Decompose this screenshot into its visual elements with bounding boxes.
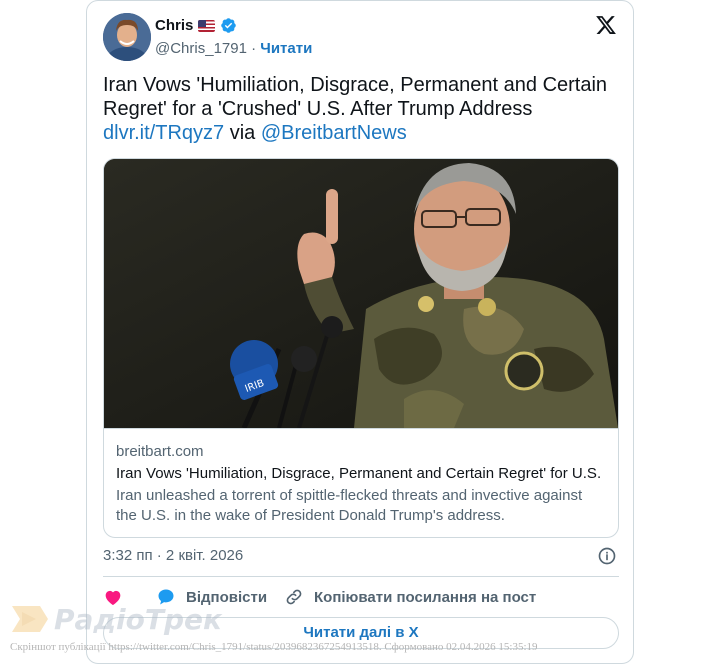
copy-link-button[interactable]: Копіювати посилання на пост	[284, 586, 536, 608]
link-card-domain: breitbart.com	[116, 443, 204, 460]
watermark-brand: РадіоТрек	[54, 602, 222, 636]
timestamp[interactable]: 3:32 пп · 2 квіт. 2026	[103, 547, 243, 564]
tweet-text: Iran Vows 'Humiliation, Disgrace, Perman…	[103, 73, 619, 145]
link-card-title: Iran Vows 'Humiliation, Disgrace, Perman…	[116, 465, 602, 482]
link-card[interactable]: IRIB breitbart.com Iran Vows 'Humiliatio…	[103, 158, 619, 538]
x-logo-icon[interactable]	[595, 14, 617, 36]
tweet-mention[interactable]: @BreitbartNews	[261, 122, 407, 144]
tweet-link[interactable]: dlvr.it/TRqyz7	[103, 122, 224, 144]
tweet-via: via	[224, 122, 261, 144]
author-name[interactable]: Chris	[155, 17, 193, 34]
tweet-body: Iran Vows 'Humiliation, Disgrace, Perman…	[103, 74, 608, 120]
link-card-description: Iran unleashed a torrent of spittle-flec…	[116, 487, 583, 524]
author-row: Chris	[155, 17, 237, 34]
officer-photo: IRIB	[104, 159, 618, 428]
radiotrek-watermark: РадіоТрек	[10, 602, 222, 636]
avatar-image	[103, 13, 151, 61]
us-flag-icon	[198, 19, 216, 32]
radiotrek-logo-icon	[12, 606, 48, 632]
screenshot-footer-note: Скріншот публікації https://twitter.com/…	[10, 641, 538, 653]
link-chain-icon	[286, 589, 302, 605]
author-handle[interactable]: @Chris_1791	[155, 40, 247, 57]
handle-row: @Chris_1791 · Читати	[155, 40, 312, 57]
follow-button[interactable]: Читати	[260, 40, 312, 57]
info-icon[interactable]	[597, 546, 617, 566]
tweet-card: Chris @Chris_1791 · Читати Iran Vows 'Hu…	[86, 0, 634, 664]
avatar[interactable]	[103, 13, 151, 61]
verified-badge-icon	[221, 18, 237, 33]
link-card-meta: breitbart.com Iran Vows 'Humiliation, Di…	[104, 428, 618, 537]
copy-link-label: Копіювати посилання на пост	[314, 588, 537, 606]
separator: ·	[251, 40, 257, 57]
link-card-image: IRIB	[104, 159, 618, 428]
divider	[103, 576, 619, 577]
